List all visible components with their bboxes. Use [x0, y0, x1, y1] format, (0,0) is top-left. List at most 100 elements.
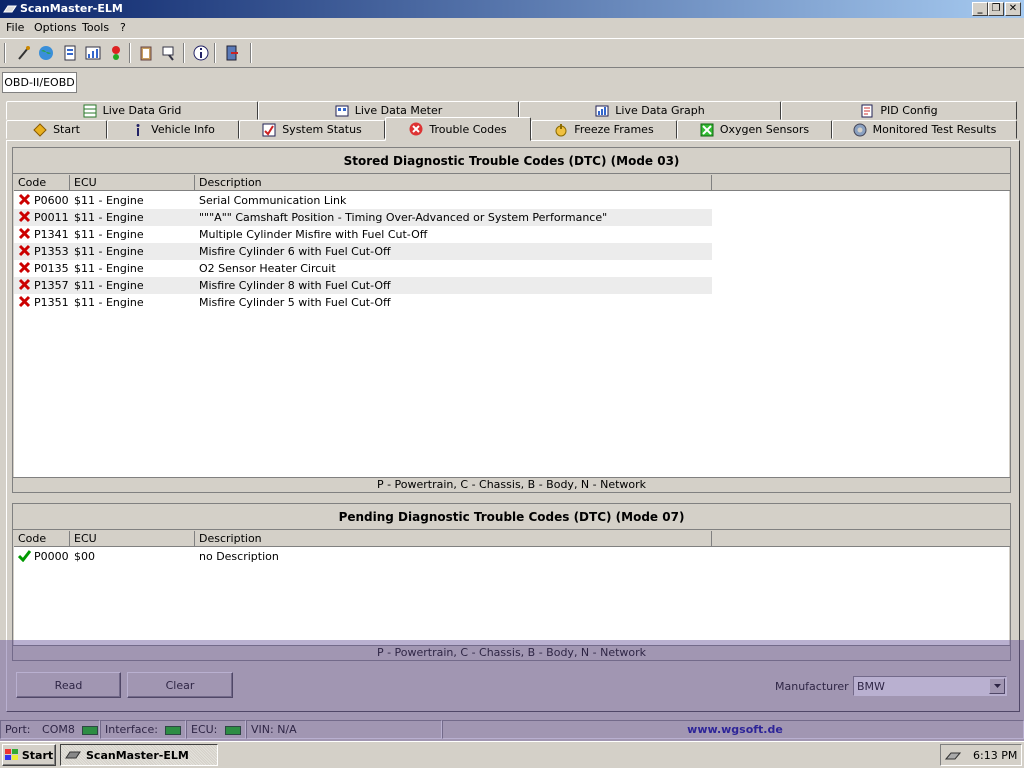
- interface-led-icon: [165, 725, 182, 735]
- tab-label: Freeze Frames: [574, 123, 654, 136]
- column-header-empty: [712, 175, 1010, 191]
- dtc-description: Misfire Cylinder 8 with Fuel Cut-Off: [199, 279, 391, 292]
- graph-icon: [595, 105, 609, 116]
- taskbar-item-scanmaster[interactable]: ScanMaster-ELM: [60, 744, 218, 766]
- dtc-description: O2 Sensor Heater Circuit: [199, 262, 336, 275]
- dtc-code: P0135: [34, 262, 69, 275]
- document-icon: [861, 104, 873, 117]
- tab-label: Trouble Codes: [429, 122, 507, 136]
- info-icon[interactable]: [190, 42, 212, 64]
- dtc-ecu: $11 - Engine: [74, 211, 144, 224]
- taskbar: Start ScanMaster-ELM 6:13 PM: [0, 741, 1024, 768]
- tab-vehicle-info[interactable]: Vehicle Info: [107, 120, 239, 139]
- protocol-tab[interactable]: OBD-II/EOBD: [2, 72, 77, 93]
- tab-label: Oxygen Sensors: [719, 123, 810, 136]
- menu-help[interactable]: ?: [118, 21, 128, 34]
- freeze-icon: [555, 123, 567, 136]
- traffic-light-icon[interactable]: [105, 42, 127, 64]
- tab-start[interactable]: Start: [6, 120, 107, 139]
- table-row[interactable]: P0011 $11 - Engine """A"" Camshaft Positio…: [14, 209, 712, 226]
- gear-icon: [853, 123, 867, 136]
- tab-oxygen-sensors[interactable]: Oxygen Sensors: [677, 120, 832, 139]
- window-title: ScanMaster-ELM: [20, 2, 123, 15]
- clear-button[interactable]: Clear: [127, 672, 233, 698]
- read-button[interactable]: Read: [16, 672, 121, 698]
- tab-label: Start: [53, 123, 80, 136]
- dtc-ecu: $11 - Engine: [74, 279, 144, 292]
- status-ecu: ECU:: [186, 720, 246, 739]
- chevron-down-icon[interactable]: [989, 678, 1005, 694]
- dtc-description: Misfire Cylinder 5 with Fuel Cut-Off: [199, 296, 391, 309]
- tab-pid-config[interactable]: PID Config: [781, 101, 1017, 120]
- report-icon[interactable]: [59, 42, 81, 64]
- pending-dtc-list[interactable]: Code ECU Description P0000 $00 no Descript…: [14, 531, 1010, 645]
- tab-live-data-grid[interactable]: Live Data Grid: [6, 101, 258, 120]
- tab-live-data-graph[interactable]: Live Data Graph: [519, 101, 781, 120]
- dtc-code: P1341: [34, 228, 69, 241]
- dtc-code: P1353: [34, 245, 69, 258]
- column-header-ecu[interactable]: ECU: [70, 175, 195, 191]
- interface-label: Interface:: [105, 723, 158, 736]
- stored-dtc-title: Stored Diagnostic Trouble Codes (DTC) (M…: [13, 148, 1010, 174]
- close-button[interactable]: ✕: [1005, 2, 1021, 16]
- column-header-ecu[interactable]: ECU: [70, 531, 195, 547]
- stored-dtc-list[interactable]: Code ECU Description P0600 $11 - Engine Se…: [14, 175, 1010, 477]
- table-row[interactable]: P1357 $11 - Engine Misfire Cylinder 8 with…: [14, 277, 712, 294]
- column-header-code[interactable]: Code: [14, 175, 70, 191]
- manufacturer-label: Manufacturer: [775, 680, 849, 693]
- clipboard-icon[interactable]: [135, 42, 157, 64]
- tab-label: Live Data Graph: [615, 104, 705, 117]
- manufacturer-select[interactable]: BMW: [853, 676, 1007, 696]
- app-icon: [65, 751, 81, 759]
- chart-icon[interactable]: [82, 42, 104, 64]
- tab-label: Live Data Grid: [102, 104, 182, 117]
- status-bar: Port: COM8 Interface: ECU: VIN: N/A www.…: [0, 719, 1024, 740]
- table-row[interactable]: P0000 $00 no Description: [14, 548, 712, 565]
- table-row[interactable]: P1341 $11 - Engine Multiple Cylinder Misfi…: [14, 226, 712, 243]
- dtc-ecu: $11 - Engine: [74, 194, 144, 207]
- start-button[interactable]: Start: [2, 744, 56, 766]
- start-icon: [33, 122, 47, 137]
- website-link[interactable]: www.wgsoft.de: [442, 720, 1024, 739]
- connect-icon[interactable]: [13, 42, 35, 64]
- menu-tools[interactable]: Tools: [80, 21, 111, 34]
- checkmark-icon: [17, 549, 32, 567]
- menu-options[interactable]: Options: [32, 21, 78, 34]
- stored-dtc-legend: P - Powertrain, C - Chassis, B - Body, N…: [13, 477, 1010, 492]
- error-x-icon: [18, 295, 31, 313]
- table-row[interactable]: P0135 $11 - Engine O2 Sensor Heater Circui…: [14, 260, 712, 277]
- minimize-button[interactable]: _: [972, 2, 988, 16]
- tab-monitored-test-results[interactable]: Monitored Test Results: [832, 120, 1017, 139]
- grid-icon: [83, 104, 97, 117]
- globe-icon[interactable]: [35, 42, 57, 64]
- tab-trouble-codes[interactable]: Trouble Codes: [385, 117, 531, 141]
- table-row[interactable]: P1353 $11 - Engine Misfire Cylinder 6 with…: [14, 243, 712, 260]
- dtc-ecu: $11 - Engine: [74, 296, 144, 309]
- table-row[interactable]: P0600 $11 - Engine Serial Communication Li…: [14, 192, 712, 209]
- column-header-code[interactable]: Code: [14, 531, 70, 547]
- dtc-description: Misfire Cylinder 6 with Fuel Cut-Off: [199, 245, 391, 258]
- table-row[interactable]: P1351 $11 - Engine Misfire Cylinder 5 with…: [14, 294, 712, 311]
- column-header-description[interactable]: Description: [195, 175, 712, 191]
- stored-dtc-group: Stored Diagnostic Trouble Codes (DTC) (M…: [12, 147, 1011, 493]
- ecu-label: ECU:: [191, 723, 218, 736]
- app-icon: [3, 5, 17, 13]
- dtc-ecu: $00: [74, 550, 95, 563]
- port-label: Port:: [5, 723, 31, 736]
- menu-file[interactable]: File: [4, 21, 26, 34]
- tray-network-icon[interactable]: [945, 748, 961, 762]
- ecu-led-icon: [224, 725, 241, 735]
- maximize-button[interactable]: ❐: [988, 2, 1004, 16]
- status-vin: VIN: N/A: [246, 720, 442, 739]
- taskbar-item-label: ScanMaster-ELM: [86, 748, 189, 762]
- status-interface: Interface:: [100, 720, 186, 739]
- column-header-description[interactable]: Description: [195, 531, 712, 547]
- pending-dtc-group: Pending Diagnostic Trouble Codes (DTC) (…: [12, 503, 1011, 661]
- tab-freeze-frames[interactable]: Freeze Frames: [531, 120, 677, 139]
- oxygen-icon: [700, 123, 714, 136]
- exit-icon[interactable]: [221, 42, 243, 64]
- tab-system-status[interactable]: System Status: [239, 120, 385, 139]
- tab-label: Vehicle Info: [151, 123, 215, 136]
- search-icon[interactable]: [158, 42, 180, 64]
- trouble-codes-panel: Stored Diagnostic Trouble Codes (DTC) (M…: [6, 140, 1020, 712]
